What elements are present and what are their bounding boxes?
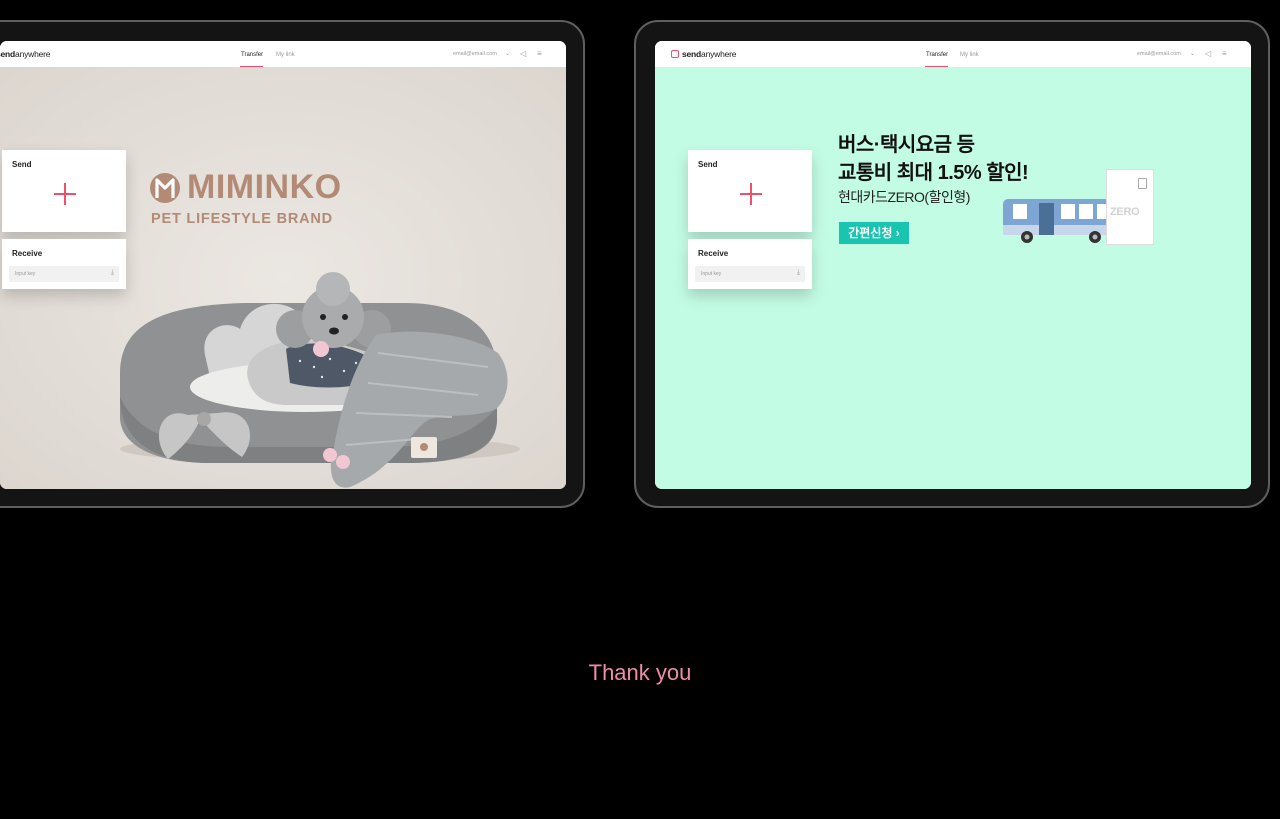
browser-screen-right: sendanywhere Transfer My link email@emai… <box>655 41 1251 489</box>
miminko-brand: MIMINKO <box>187 168 342 206</box>
ad-cta-label: 간편신청 <box>848 226 893 240</box>
send-card[interactable]: Send <box>2 150 126 232</box>
tab-my-link[interactable]: My link <box>960 52 979 58</box>
receive-card-title: Receive <box>698 249 729 258</box>
card-zero-label: ZERO <box>1110 206 1140 218</box>
input-key-field[interactable]: Input key ⤓ <box>695 266 805 282</box>
card-chip-icon <box>1138 178 1147 189</box>
send-card-title: Send <box>12 160 32 169</box>
tab-transfer[interactable]: Transfer <box>241 52 263 58</box>
megaphone-icon[interactable]: ◁ <box>520 49 526 58</box>
menu-icon[interactable]: ≡ <box>1222 49 1227 58</box>
input-key-placeholder: Input key <box>701 271 722 277</box>
receive-card-title: Receive <box>12 249 43 258</box>
hyundai-card-zero: ZERO <box>1106 169 1154 245</box>
download-icon[interactable]: ⤓ <box>111 269 114 277</box>
receive-card: Receive Input key ⤓ <box>688 239 812 289</box>
browser-screen-left: sendanywhere Transfer My link email@emai… <box>0 41 566 489</box>
plus-icon[interactable] <box>740 183 762 205</box>
sendanywhere-logo[interactable]: sendanywhere <box>0 49 51 59</box>
receive-card: Receive Input key ⤓ <box>2 239 126 289</box>
ad-headline-line2: 교통비 최대 1.5% 할인! <box>838 162 1029 184</box>
sendanywhere-mark-icon <box>671 50 679 58</box>
chevron-down-icon[interactable]: ⌄ <box>1190 50 1195 57</box>
account-email[interactable]: email@email.com <box>1137 51 1181 57</box>
input-key-placeholder: Input key <box>15 271 36 277</box>
send-card[interactable]: Send <box>688 150 812 232</box>
miminko-tagline: PET LIFESTYLE BRAND <box>151 211 333 227</box>
chevron-right-icon: › <box>892 226 900 240</box>
chevron-down-icon[interactable]: ⌄ <box>505 50 510 57</box>
download-icon[interactable]: ⤓ <box>797 269 800 277</box>
tablet-left: sendanywhere Transfer My link email@emai… <box>0 20 585 508</box>
input-key-field[interactable]: Input key ⤓ <box>9 266 119 282</box>
top-bar: sendanywhere Transfer My link email@emai… <box>655 41 1251 68</box>
megaphone-icon[interactable]: ◁ <box>1205 49 1211 58</box>
plus-icon[interactable] <box>54 183 76 205</box>
ad-cta-button[interactable]: 간편신청 › <box>839 222 909 244</box>
account-email[interactable]: email@email.com <box>453 51 497 57</box>
top-bar: sendanywhere Transfer My link email@emai… <box>0 41 566 68</box>
send-card-title: Send <box>698 160 718 169</box>
tablet-right: sendanywhere Transfer My link email@emai… <box>634 20 1270 508</box>
ad-subtitle: 현대카드ZERO(할인형) <box>838 189 970 205</box>
ad-headline-line1: 버스·택시요금 등 <box>838 134 975 156</box>
tab-transfer[interactable]: Transfer <box>926 52 948 58</box>
tab-my-link[interactable]: My link <box>276 52 295 58</box>
thank-you-text: Thank you <box>588 660 692 685</box>
sendanywhere-logo[interactable]: sendanywhere <box>671 49 737 59</box>
menu-icon[interactable]: ≡ <box>537 49 542 58</box>
